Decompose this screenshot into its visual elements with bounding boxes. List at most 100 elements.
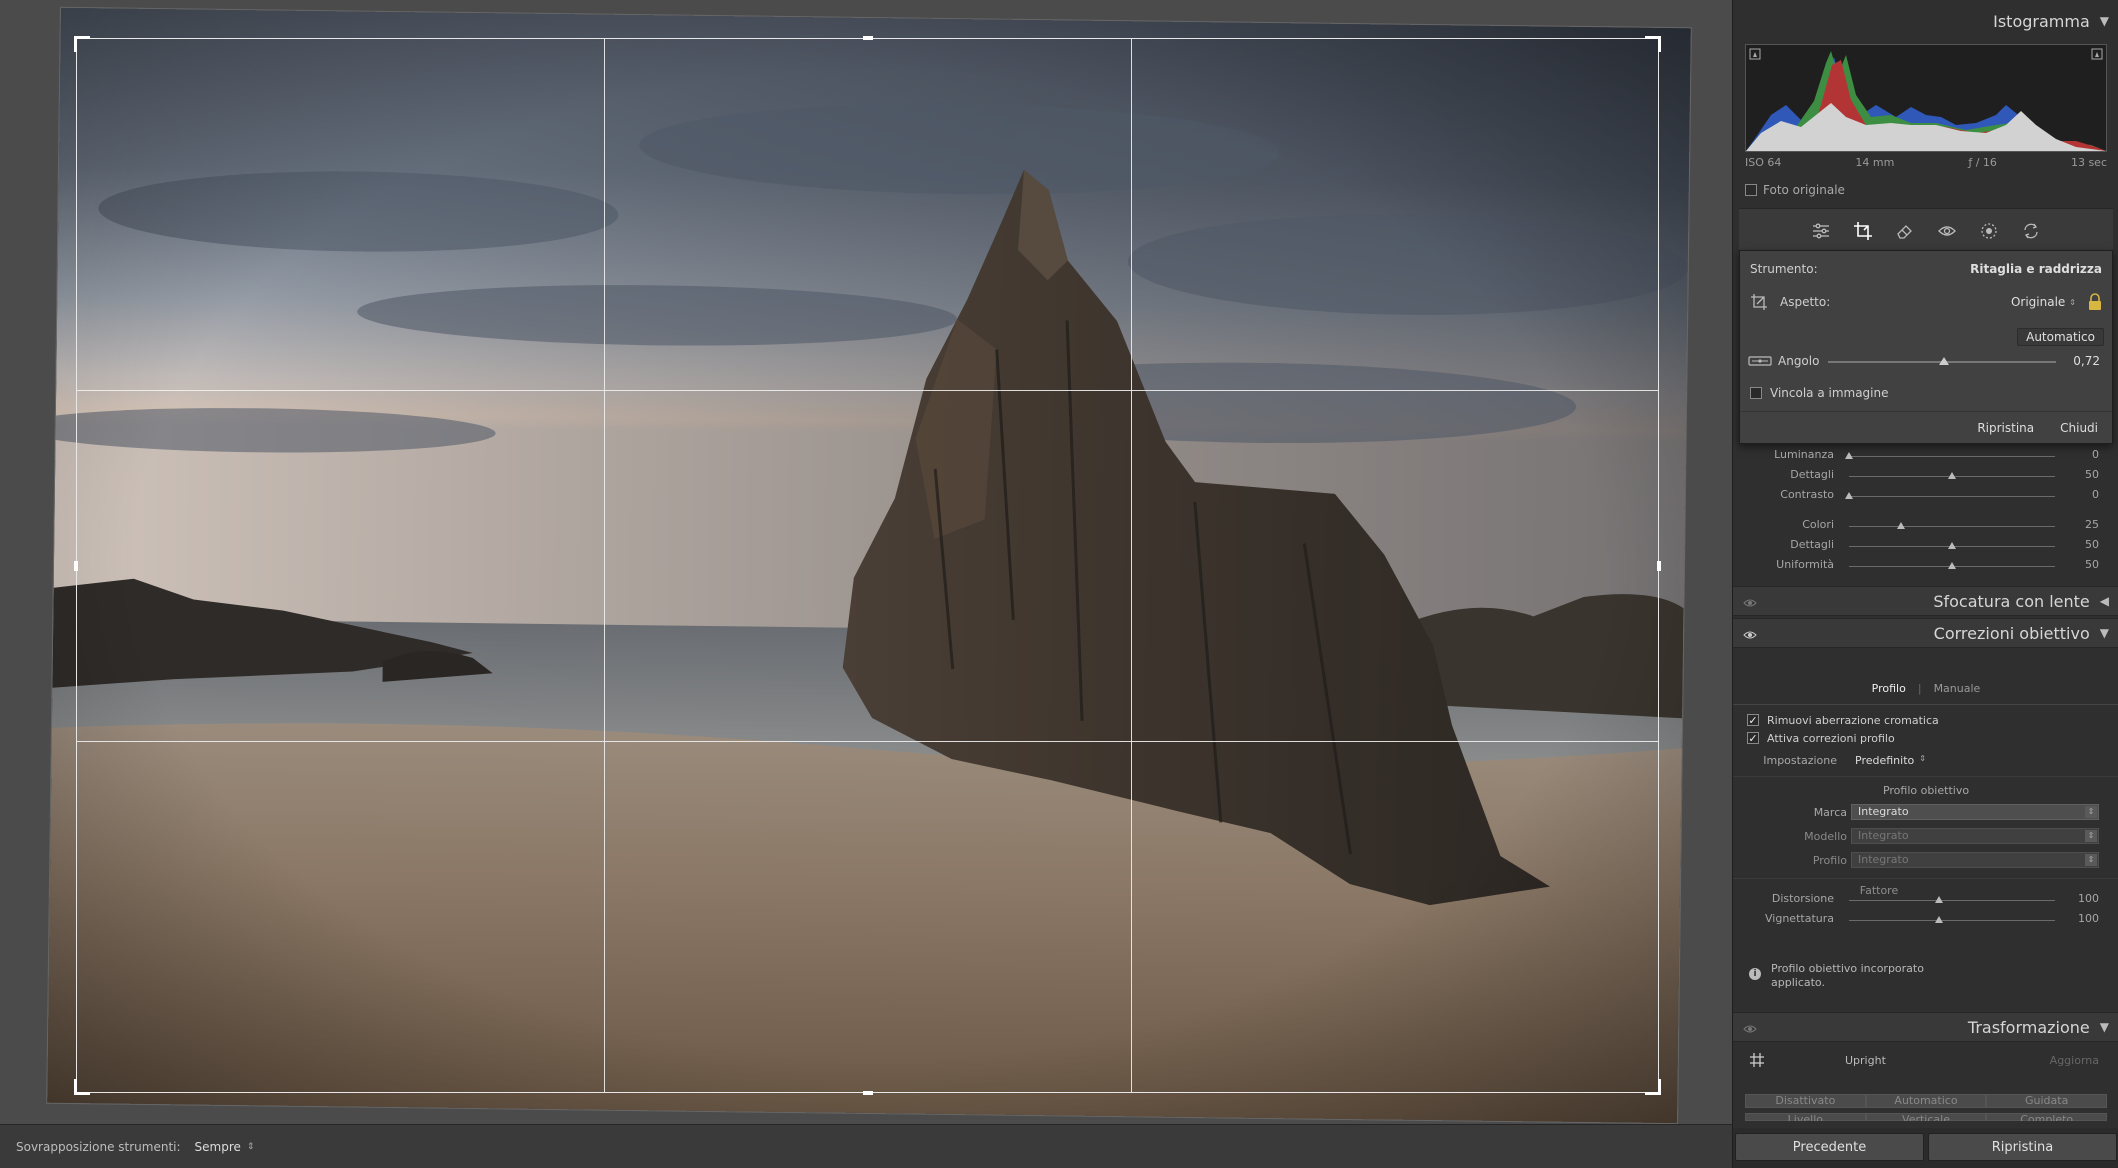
remove-ca-checkbox[interactable]: ✓ — [1747, 714, 1759, 726]
red-eye-icon[interactable] — [1935, 219, 1959, 243]
detail-slider-row[interactable]: Uniformità 50 — [1733, 558, 2118, 576]
distortion-value[interactable]: 100 — [2078, 892, 2099, 905]
sliders-icon[interactable] — [1809, 219, 1833, 243]
upright-full-button[interactable]: Completo — [1986, 1113, 2107, 1121]
upright-auto-button[interactable]: Automatico — [1865, 1094, 1987, 1108]
histogram-graph[interactable] — [1745, 44, 2107, 152]
make-dropdown[interactable]: Integrato ⇕ — [1851, 804, 2099, 820]
crop-reset-button[interactable]: Ripristina — [1977, 421, 2034, 435]
update-button[interactable]: Aggiorna — [2050, 1054, 2099, 1067]
enable-profile-row[interactable]: ✓ Attiva correzioni profilo — [1733, 730, 2118, 746]
eye-icon[interactable] — [1743, 1021, 1757, 1035]
detail-slider-track[interactable] — [1849, 496, 2055, 497]
detail-slider-thumb[interactable] — [1845, 452, 1853, 459]
crop-handle-tl[interactable] — [74, 36, 90, 52]
level-tool-icon[interactable] — [1748, 355, 1772, 367]
vignetting-value[interactable]: 100 — [2078, 912, 2099, 925]
eye-icon[interactable] — [1743, 595, 1757, 609]
overlay-select[interactable]: Sempre ⇕ — [195, 1140, 255, 1154]
crop-actions: Ripristina Chiudi — [1740, 419, 2112, 437]
detail-slider-row[interactable]: Colori 25 — [1733, 518, 2118, 536]
original-photo-checkbox[interactable] — [1745, 184, 1757, 196]
detail-slider-value[interactable]: 50 — [2085, 468, 2099, 481]
lock-icon[interactable] — [2088, 293, 2102, 311]
detail-slider-value[interactable]: 50 — [2085, 538, 2099, 551]
detail-slider-track[interactable] — [1849, 526, 2055, 527]
crop-handle-top[interactable] — [862, 36, 873, 40]
detail-slider-value[interactable]: 0 — [2092, 448, 2099, 461]
detail-slider-value[interactable]: 25 — [2085, 518, 2099, 531]
setup-select[interactable]: Predefinito ⇕ — [1855, 754, 1926, 767]
detail-slider-thumb[interactable] — [1948, 562, 1956, 569]
upright-off-button[interactable]: Disattivato — [1745, 1094, 1866, 1108]
tab-manual[interactable]: Manuale — [1934, 682, 1981, 698]
constrain-row[interactable]: Vincola a immagine — [1740, 385, 2112, 401]
angle-value[interactable]: 0,72 — [2073, 354, 2100, 368]
crop-frame-icon[interactable] — [1750, 293, 1768, 311]
reset-button[interactable]: Ripristina — [1928, 1133, 2117, 1161]
histogram-header[interactable]: Istogramma ▼ — [1733, 6, 2118, 36]
auto-straighten-button[interactable]: Automatico — [2017, 328, 2104, 346]
enable-profile-label: Attiva correzioni profilo — [1767, 731, 1895, 745]
model-dropdown[interactable]: Integrato ⇕ — [1851, 828, 2099, 844]
constrain-checkbox[interactable] — [1750, 387, 1762, 399]
angle-slider-thumb[interactable] — [1938, 357, 1949, 365]
detail-slider-value[interactable]: 0 — [2092, 488, 2099, 501]
upright-label: Upright — [1845, 1054, 1886, 1067]
constrain-label: Vincola a immagine — [1770, 386, 1889, 400]
photo-canvas[interactable] — [0, 0, 1732, 1124]
collapse-triangle-icon[interactable]: ▼ — [2100, 626, 2109, 640]
detail-slider-thumb[interactable] — [1948, 472, 1956, 479]
upright-vertical-button[interactable]: Verticale — [1865, 1113, 1987, 1121]
detail-slider-thumb[interactable] — [1845, 492, 1853, 499]
histogram-title: Istogramma — [1993, 11, 2090, 31]
grid-line-v1 — [603, 39, 606, 1092]
crop-handle-bottom[interactable] — [862, 1091, 873, 1095]
crop-handle-br[interactable] — [1645, 1079, 1661, 1095]
eraser-icon[interactable] — [1893, 219, 1917, 243]
lens-corrections-header[interactable]: Correzioni obiettivo ▼ — [1733, 618, 2118, 648]
detail-slider-label: Luminanza — [1774, 448, 1834, 461]
detail-slider-thumb[interactable] — [1896, 522, 1905, 529]
detail-slider-thumb[interactable] — [1948, 542, 1956, 549]
original-photo-toggle[interactable]: Foto originale — [1745, 183, 1845, 197]
transform-header[interactable]: Trasformazione ▼ — [1733, 1012, 2118, 1042]
make-row: Marca Integrato ⇕ — [1733, 804, 2118, 820]
angle-row: Angolo 0,72 — [1740, 351, 2112, 371]
detail-slider-row[interactable]: Dettagli 50 — [1733, 468, 2118, 486]
make-value: Integrato — [1858, 805, 1909, 818]
collapse-triangle-icon[interactable]: ▼ — [2100, 1020, 2109, 1034]
distortion-row[interactable]: 100 Distorsione 100 — [1733, 892, 2118, 910]
detail-slider-value[interactable]: 50 — [2085, 558, 2099, 571]
original-photo-label: Foto originale — [1763, 183, 1845, 197]
previous-button[interactable]: Precedente — [1735, 1133, 1924, 1161]
crop-handle-right[interactable] — [1657, 560, 1661, 571]
remove-ca-row[interactable]: ✓ Rimuovi aberrazione cromatica — [1733, 712, 2118, 728]
expand-triangle-icon[interactable]: ◀ — [2100, 594, 2109, 608]
enable-profile-checkbox[interactable]: ✓ — [1747, 732, 1759, 744]
crop-handle-bl[interactable] — [74, 1079, 90, 1095]
detail-slider-track[interactable] — [1849, 456, 2055, 457]
lens-blur-header[interactable]: Sfocatura con lente ◀ — [1733, 586, 2118, 616]
eye-icon[interactable] — [1743, 627, 1757, 641]
tab-profile[interactable]: Profilo — [1872, 682, 1906, 698]
detail-slider-row[interactable]: Contrasto 0 — [1733, 488, 2118, 506]
crop-handle-tr[interactable] — [1645, 36, 1661, 52]
upright-level-button[interactable]: Livello — [1745, 1113, 1866, 1121]
collapse-triangle-icon[interactable]: ▼ — [2100, 14, 2109, 28]
detail-slider-row[interactable]: Luminanza 0 — [1733, 448, 2118, 466]
detail-slider-row[interactable]: Dettagli 50 — [1733, 538, 2118, 556]
vignetting-row[interactable]: Vignettatura 100 — [1733, 912, 2118, 930]
crop-frame[interactable] — [74, 36, 1661, 1095]
upright-guided-button[interactable]: Guidata — [1986, 1094, 2108, 1108]
detail-slider-label: Dettagli — [1790, 538, 1834, 551]
aspect-select[interactable]: Originale ⇕ — [2011, 295, 2076, 309]
amount-section-title: Fattore — [1859, 884, 1899, 897]
presets-icon[interactable] — [2019, 219, 2043, 243]
crop-handle-left[interactable] — [74, 560, 78, 571]
guided-upright-icon[interactable] — [1749, 1052, 1765, 1071]
crop-close-button[interactable]: Chiudi — [2060, 421, 2098, 435]
crop-tool-icon[interactable] — [1851, 219, 1875, 243]
masking-icon[interactable] — [1977, 219, 2001, 243]
profile-dropdown[interactable]: Integrato ⇕ — [1851, 852, 2099, 868]
